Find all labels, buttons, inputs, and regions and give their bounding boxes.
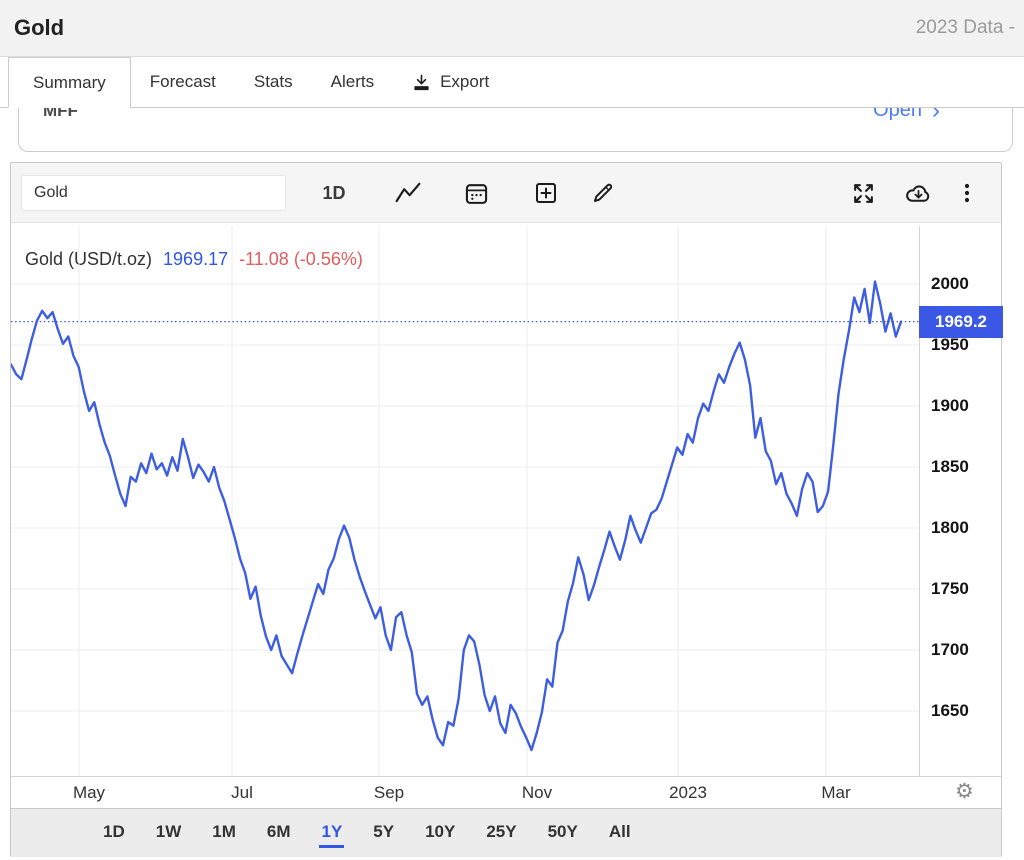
interval-label: 1D (322, 183, 345, 204)
tab-label: Summary (33, 73, 106, 93)
tab-alerts[interactable]: Alerts (312, 57, 393, 107)
header-data-note: 2023 Data - (916, 17, 1015, 39)
open-link-label: Open (873, 108, 922, 122)
page-header: Gold 2023 Data - (0, 0, 1024, 57)
plus-square-icon (534, 181, 558, 205)
peek-card: MFF Open › (18, 108, 1013, 152)
price-line-series (11, 282, 901, 750)
tab-stats[interactable]: Stats (235, 57, 312, 107)
y-axis-label: 1750 (931, 579, 969, 599)
last-price-tag: 1969.2 (919, 306, 1003, 338)
calendar-button[interactable] (459, 177, 493, 209)
chevron-right-icon: › (932, 108, 940, 121)
tab-forecast[interactable]: Forecast (131, 57, 235, 107)
open-link[interactable]: Open › (873, 108, 940, 122)
cloud-download-icon (903, 181, 934, 206)
symbol-search-input[interactable] (21, 175, 286, 211)
range-button-all[interactable]: All (607, 818, 633, 848)
range-button-1m[interactable]: 1M (210, 818, 238, 848)
draw-button[interactable] (586, 177, 620, 209)
range-button-1w[interactable]: 1W (154, 818, 184, 848)
download-icon (412, 73, 431, 92)
tab-label: Export (440, 72, 489, 92)
price-line-chart[interactable] (11, 226, 919, 776)
tab-label: Forecast (150, 72, 216, 92)
range-button-5y[interactable]: 5Y (371, 818, 396, 848)
x-axis-label: Jul (231, 783, 253, 803)
range-bar: 1D 1W 1M 6M 1Y 5Y 10Y 25Y 50Y All (11, 808, 1001, 857)
pencil-icon (591, 181, 615, 205)
tab-bar: Summary Forecast Stats Alerts Export (0, 57, 1024, 108)
peek-card-label: MFF (43, 108, 78, 121)
chart-toolbar: 1D (11, 163, 1001, 223)
fullscreen-button[interactable] (846, 177, 880, 209)
fullscreen-icon (851, 181, 876, 206)
y-axis-label: 1850 (931, 457, 969, 477)
chart-widget: 1D (10, 162, 1002, 857)
add-indicator-button[interactable] (529, 177, 563, 209)
tab-label: Alerts (331, 72, 374, 92)
range-button-10y[interactable]: 10Y (423, 818, 457, 848)
y-axis-label: 1800 (931, 518, 969, 538)
line-chart-icon (395, 181, 421, 205)
range-button-25y[interactable]: 25Y (484, 818, 518, 848)
x-axis-label: May (73, 783, 105, 803)
range-button-1d[interactable]: 1D (101, 818, 127, 848)
y-axis-label: 1700 (931, 640, 969, 660)
x-axis[interactable]: ⚙ May Jul Sep Nov 2023 Mar (11, 776, 1002, 808)
calendar-icon (464, 181, 489, 206)
page-title: Gold (14, 15, 64, 41)
x-axis-label: Sep (374, 783, 404, 803)
y-axis-label: 1950 (931, 335, 969, 355)
tab-export[interactable]: Export (393, 57, 508, 107)
gear-icon[interactable]: ⚙ (955, 779, 974, 804)
tab-summary[interactable]: Summary (8, 57, 131, 108)
range-button-1y[interactable]: 1Y (319, 818, 344, 848)
x-axis-label: Nov (522, 783, 552, 803)
y-axis-label: 1650 (931, 701, 969, 721)
x-axis-label: Mar (821, 783, 850, 803)
y-axis-label: 2000 (931, 274, 969, 294)
more-menu-button[interactable] (950, 177, 984, 209)
save-image-button[interactable] (901, 177, 935, 209)
kebab-menu-icon (955, 181, 979, 205)
range-button-50y[interactable]: 50Y (546, 818, 580, 848)
tab-label: Stats (254, 72, 293, 92)
y-axis-label: 1900 (931, 396, 969, 416)
x-axis-label: 2023 (669, 783, 707, 803)
chart-style-button[interactable] (391, 177, 425, 209)
range-button-6m[interactable]: 6M (265, 818, 293, 848)
interval-button[interactable]: 1D (317, 177, 351, 209)
